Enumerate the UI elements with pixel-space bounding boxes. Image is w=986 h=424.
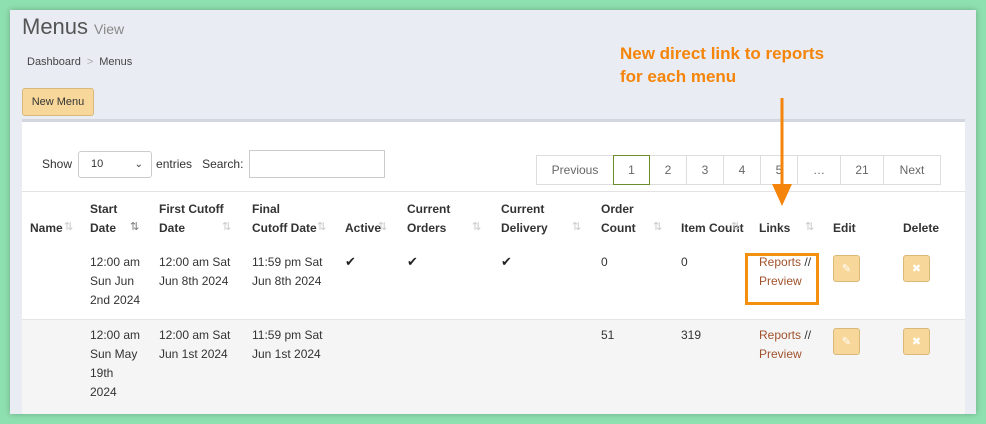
- entries-label: entries: [156, 157, 193, 171]
- cell-links: Reports // Preview: [759, 326, 811, 364]
- cell-final-cutoff: 11:59 pm Sat Jun 8th 2024: [252, 255, 323, 288]
- search-input[interactable]: [249, 150, 386, 178]
- column-first-cutoff[interactable]: First Cutoff Date: [159, 200, 227, 238]
- page-title: Menus View: [22, 14, 124, 40]
- column-active[interactable]: Active: [345, 219, 381, 238]
- x-icon: ✖: [911, 263, 922, 275]
- app-window: Menus View Dashboard > Menus New Menu Show …: [10, 10, 976, 414]
- sort-arrows-icon[interactable]: ⇅: [222, 220, 231, 233]
- sort-arrows-icon[interactable]: ⇅: [317, 220, 326, 233]
- breadcrumb-dashboard[interactable]: Dashboard: [27, 56, 81, 68]
- sort-arrows-icon[interactable]: ⇅: [64, 220, 73, 233]
- check-icon: ✔: [345, 254, 356, 269]
- menus-table-panel: Show 10 ⌄ entries Search: Previous 1 2 3…: [22, 119, 965, 414]
- cell-first-cutoff: 12:00 am Sat Jun 1st 2024: [159, 328, 231, 361]
- column-start-date[interactable]: Start Date: [90, 200, 130, 238]
- cell-first-cutoff: 12:00 am Sat Jun 8th 2024: [159, 255, 231, 288]
- column-name[interactable]: Name: [30, 219, 63, 238]
- column-delete: Delete: [903, 221, 940, 235]
- links-highlight-box: [745, 253, 819, 305]
- table-row: 12:00 am Sun Jun 2nd 2024 12:00 am Sat J…: [22, 246, 965, 320]
- pagination-ellipsis: …: [797, 155, 841, 185]
- pagination-next[interactable]: Next: [883, 155, 941, 185]
- preview-link[interactable]: Preview: [759, 347, 802, 361]
- page-size-select[interactable]: 10 ⌄: [78, 150, 153, 178]
- breadcrumb-current: Menus: [99, 56, 133, 68]
- page-title-text: Menus: [22, 14, 89, 39]
- pagination-page-1[interactable]: 1: [613, 155, 650, 185]
- cell-order-count: 51: [601, 328, 615, 342]
- column-current-delivery[interactable]: Current Delivery: [501, 200, 556, 238]
- check-icon: ✔: [501, 254, 512, 269]
- new-menu-button[interactable]: New Menu: [22, 88, 94, 116]
- search-label: Search:: [202, 157, 244, 171]
- column-edit: Edit: [833, 221, 856, 235]
- breadcrumb-separator: >: [86, 56, 94, 68]
- cell-item-count: 0: [681, 255, 688, 269]
- page-subtitle: View: [94, 21, 125, 37]
- table-header: Name ⇅ Start Date ⇅ First Cutoff Date ⇅ …: [22, 191, 965, 248]
- delete-button[interactable]: ✖: [903, 328, 930, 355]
- pagination-page-2[interactable]: 2: [649, 155, 687, 185]
- show-label: Show: [42, 157, 73, 171]
- breadcrumb: Dashboard > Menus: [27, 56, 132, 68]
- column-current-orders[interactable]: Current Orders: [407, 200, 462, 238]
- annotation-callout: New direct link to reports for each menu: [620, 44, 825, 86]
- pagination-page-3[interactable]: 3: [686, 155, 724, 185]
- cell-item-count: 319: [681, 328, 702, 342]
- pagination-page-21[interactable]: 21: [840, 155, 884, 185]
- pencil-icon: ✎: [841, 263, 852, 275]
- check-icon: ✔: [407, 254, 418, 269]
- links-separator: //: [801, 328, 812, 342]
- sort-arrows-icon[interactable]: ⇅: [653, 220, 662, 233]
- edit-button[interactable]: ✎: [833, 255, 860, 282]
- cell-start-date: 12:00 am Sun Jun 2nd 2024: [90, 255, 141, 307]
- column-final-cutoff[interactable]: Final Cutoff Date: [252, 200, 318, 238]
- cell-order-count: 0: [601, 255, 608, 269]
- column-links[interactable]: Links: [759, 219, 790, 238]
- x-icon: ✖: [911, 336, 922, 348]
- sort-desc-icon[interactable]: ⇅: [130, 220, 139, 233]
- column-order-count[interactable]: Order Count: [601, 200, 641, 238]
- pagination-previous[interactable]: Previous: [536, 155, 614, 185]
- edit-button[interactable]: ✎: [833, 328, 860, 355]
- table-row: 12:00 am Sun May 19th 2024 12:00 am Sat …: [22, 320, 965, 414]
- cell-final-cutoff: 11:59 pm Sat Jun 1st 2024: [252, 328, 323, 361]
- table-length-control: Show 10 ⌄ entries Search:: [42, 150, 386, 178]
- delete-button[interactable]: ✖: [903, 255, 930, 282]
- sort-arrows-icon[interactable]: ⇅: [572, 220, 581, 233]
- pagination-page-4[interactable]: 4: [723, 155, 761, 185]
- sort-arrows-icon[interactable]: ⇅: [731, 220, 740, 233]
- reports-link[interactable]: Reports: [759, 328, 801, 342]
- sort-arrows-icon[interactable]: ⇅: [472, 220, 481, 233]
- pencil-icon: ✎: [841, 336, 852, 348]
- cell-start-date: 12:00 am Sun May 19th 2024: [90, 328, 141, 399]
- sort-arrows-icon[interactable]: ⇅: [378, 220, 387, 233]
- annotation-arrow: [772, 98, 792, 206]
- chevron-down-icon: ⌄: [134, 158, 144, 170]
- page-size-value: 10: [91, 158, 104, 170]
- pagination: Previous 1 2 3 4 5 … 21 Next: [536, 155, 941, 185]
- sort-arrows-icon[interactable]: ⇅: [805, 220, 814, 233]
